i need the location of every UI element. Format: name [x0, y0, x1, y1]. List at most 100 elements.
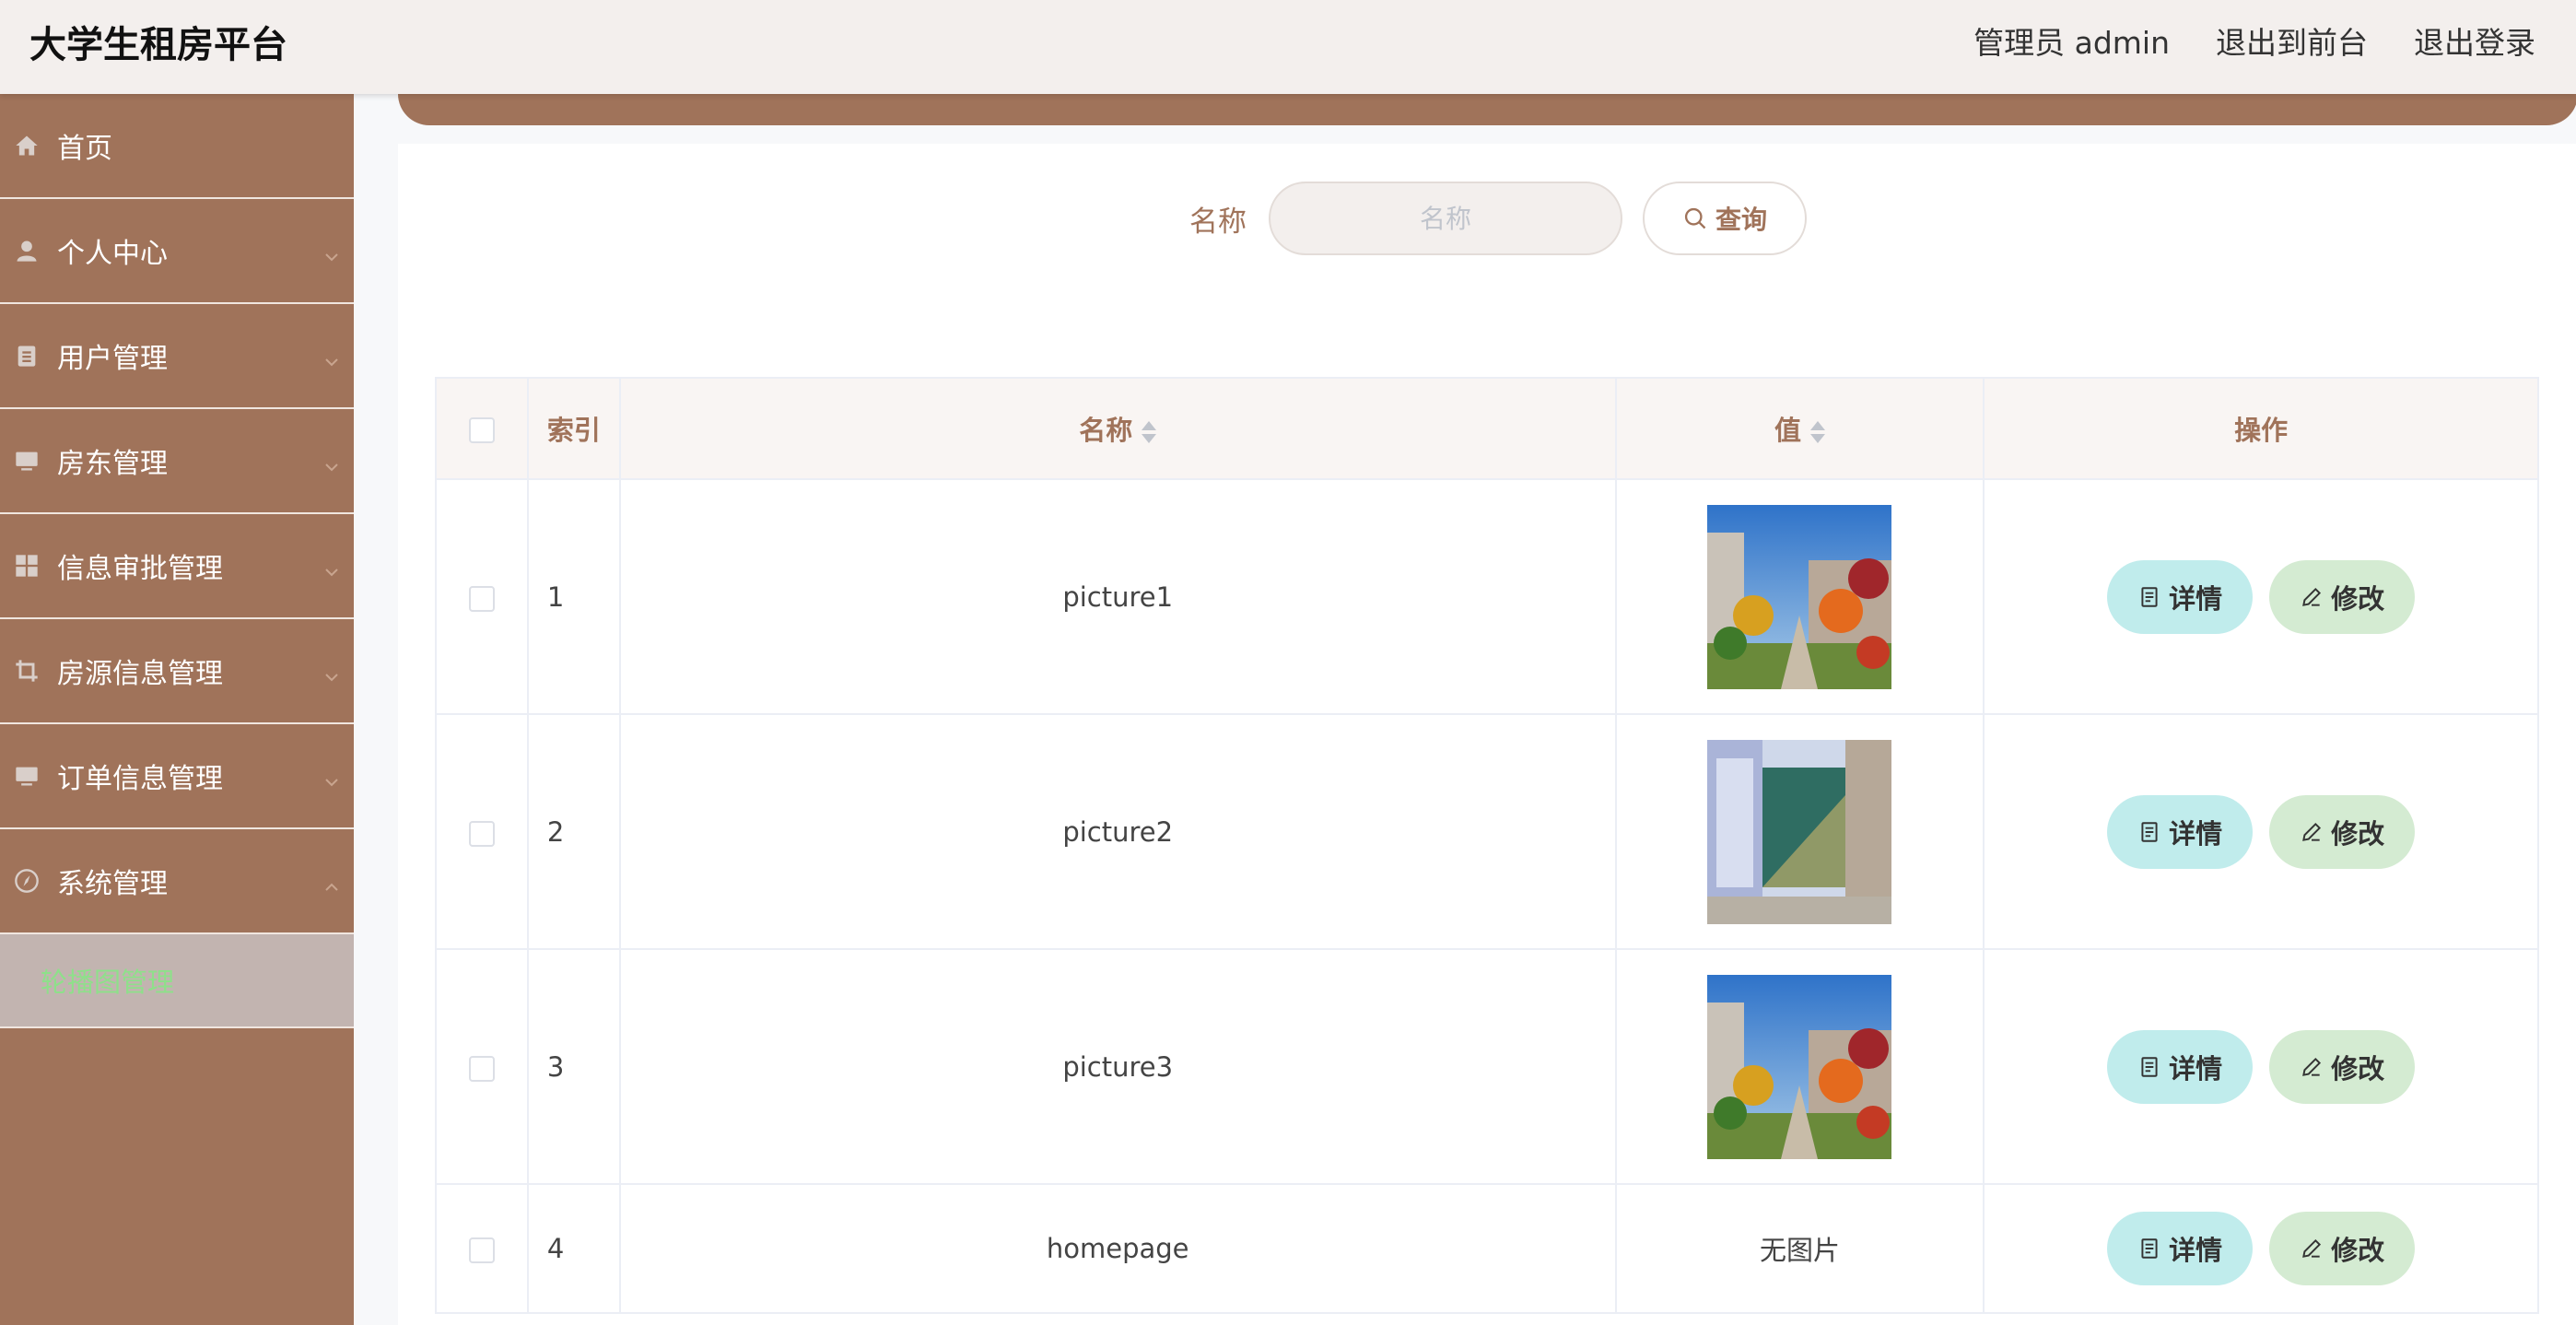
row-actions: 详情 修改 [1983, 948, 2539, 1185]
detail-button-label: 详情 [2169, 817, 2223, 850]
home-icon [13, 132, 41, 159]
sidebar: 首页 个人中心 用户管理 房东管理 信息审批管理 房源信息管理 订单信息管理 系… [0, 94, 354, 1325]
edit-button[interactable]: 修改 [2269, 559, 2416, 634]
document-icon [2137, 1055, 2161, 1079]
row-checkbox[interactable] [468, 1055, 495, 1082]
sidebar-item-label: 房源信息管理 [57, 658, 223, 690]
row-checkbox[interactable] [468, 820, 495, 847]
select-all-cell [435, 377, 529, 480]
sidebar-item-landlords[interactable]: 房东管理 [0, 409, 354, 514]
table-row: 3 picture3 详情 修改 [435, 948, 2539, 1185]
sidebar-item-label: 订单信息管理 [57, 763, 223, 795]
sidebar-item-label: 系统管理 [57, 868, 168, 900]
sidebar-item-users[interactable]: 用户管理 [0, 304, 354, 409]
row-checkbox-cell [435, 478, 529, 715]
search-button-label: 查询 [1715, 205, 1767, 235]
exit-to-front-link[interactable]: 退出到前台 [2216, 18, 2368, 63]
row-actions: 详情 修改 [1983, 1183, 2539, 1314]
sidebar-item-approval[interactable]: 信息审批管理 [0, 514, 354, 619]
current-user-label: 管理员 admin [1973, 25, 2170, 61]
sidebar-item-label: 信息审批管理 [57, 553, 223, 585]
row-actions: 详情 修改 [1983, 713, 2539, 950]
grid-icon [13, 552, 41, 580]
row-name: picture3 [618, 948, 1617, 1185]
detail-button-label: 详情 [2169, 1235, 2223, 1266]
row-name: picture1 [618, 478, 1617, 715]
monitor-icon [13, 762, 41, 790]
sidebar-item-label: 首页 [57, 133, 112, 165]
pencil-icon [2300, 1237, 2324, 1261]
search-bar: 名称 查询 [398, 181, 2576, 256]
sidebar-item-home[interactable]: 首页 [0, 94, 354, 199]
sidebar-item-orders[interactable]: 订单信息管理 [0, 724, 354, 829]
user-icon [13, 237, 41, 264]
detail-button[interactable]: 详情 [2107, 559, 2254, 634]
room-interior-thumbnail [1707, 739, 1892, 924]
table-header-row: 索引 名称 值 操作 [435, 377, 2539, 480]
detail-button[interactable]: 详情 [2107, 794, 2254, 869]
sidebar-item-label: 个人中心 [57, 238, 168, 270]
header-index: 索引 [526, 377, 621, 480]
row-value [1614, 948, 1985, 1185]
chevron-down-icon [322, 557, 341, 577]
decorative-banner [398, 94, 2576, 125]
row-checkbox[interactable] [468, 585, 495, 612]
crop-icon [13, 657, 41, 685]
chevron-down-icon [322, 451, 341, 472]
detail-button-label: 详情 [2169, 1052, 2223, 1085]
chevron-down-icon [322, 767, 341, 787]
edit-button-label: 修改 [2331, 1235, 2385, 1266]
pencil-icon [2300, 585, 2324, 609]
row-actions: 详情 修改 [1983, 478, 2539, 715]
search-label: 名称 [1189, 205, 1247, 239]
search-button[interactable]: 查询 [1643, 182, 1807, 255]
sidebar-item-label: 房东管理 [57, 448, 168, 480]
search-icon [1682, 205, 1708, 231]
pencil-icon [2300, 820, 2324, 844]
monitor-icon [13, 447, 41, 475]
detail-button[interactable]: 详情 [2107, 1212, 2254, 1285]
chevron-down-icon [322, 662, 341, 682]
header-value[interactable]: 值 [1614, 377, 1985, 480]
row-name: homepage [618, 1183, 1617, 1314]
table-row: 1 picture1 详情 修改 [435, 478, 2539, 715]
row-index: 2 [526, 713, 621, 950]
row-checkbox[interactable] [468, 1237, 495, 1263]
edit-button[interactable]: 修改 [2269, 794, 2416, 869]
row-value: 无图片 [1614, 1183, 1985, 1314]
header-name-label: 名称 [1079, 415, 1133, 446]
sidebar-item-profile[interactable]: 个人中心 [0, 199, 354, 304]
edit-button[interactable]: 修改 [2269, 1029, 2416, 1104]
chevron-up-icon [322, 872, 341, 891]
row-index: 3 [526, 948, 621, 1185]
select-all-checkbox[interactable] [468, 417, 495, 443]
campus-street-thumbnail [1707, 974, 1892, 1159]
sort-icon[interactable] [1809, 419, 1825, 445]
sort-icon[interactable] [1142, 419, 1157, 445]
header-name[interactable]: 名称 [618, 377, 1617, 480]
campus-street-thumbnail [1707, 504, 1892, 689]
table-row: 4 homepage 无图片 详情 修改 [435, 1183, 2539, 1314]
row-checkbox-cell [435, 1183, 529, 1314]
sidebar-item-system[interactable]: 系统管理 [0, 829, 354, 934]
data-table: 索引 名称 值 操作 1 picture1 详情 修改 2 picture2 详… [435, 377, 2539, 1314]
sidebar-item-label: 用户管理 [57, 343, 168, 375]
app-title: 大学生租房平台 [29, 24, 287, 66]
sidebar-subitem-carousel[interactable]: 轮播图管理 [0, 934, 354, 1028]
document-icon [2137, 585, 2161, 609]
clipboard-icon [13, 342, 41, 369]
top-header: 大学生租房平台 管理员 admin 退出到前台 退出登录 [0, 0, 2576, 94]
header-actions: 管理员 admin 退出到前台 退出登录 [1973, 18, 2535, 63]
header-ops: 操作 [1983, 377, 2539, 480]
edit-button-label: 修改 [2331, 817, 2385, 850]
row-name: picture2 [618, 713, 1617, 950]
sidebar-item-listings[interactable]: 房源信息管理 [0, 619, 354, 724]
detail-button[interactable]: 详情 [2107, 1029, 2254, 1104]
logout-link[interactable]: 退出登录 [2414, 18, 2535, 63]
search-input[interactable] [1269, 182, 1622, 255]
row-index: 1 [526, 478, 621, 715]
row-index: 4 [526, 1183, 621, 1314]
row-value [1614, 713, 1985, 950]
edit-button[interactable]: 修改 [2269, 1212, 2416, 1285]
edit-button-label: 修改 [2331, 582, 2385, 615]
